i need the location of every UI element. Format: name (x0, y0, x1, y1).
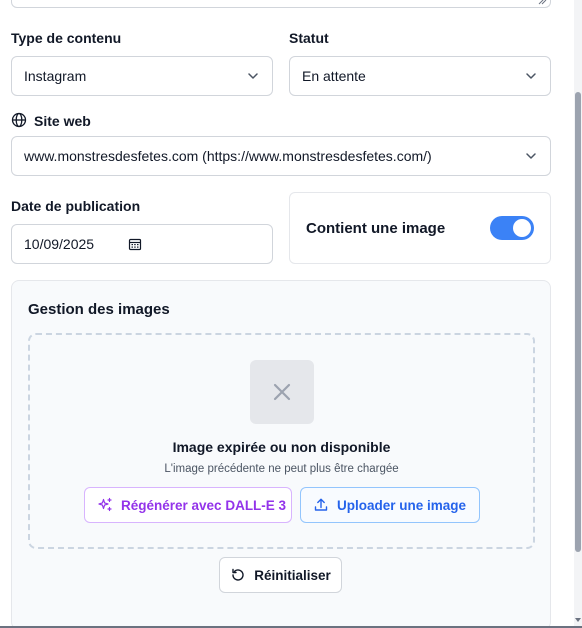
image-dropzone[interactable]: Image expirée ou non disponible L'image … (28, 333, 535, 549)
website-select[interactable]: www.monstresdesfetes.com (https://www.mo… (11, 136, 551, 176)
has-image-card: Contient une image (289, 192, 551, 264)
upload-image-button[interactable]: Uploader une image (300, 487, 480, 523)
chevron-down-icon (248, 73, 258, 79)
image-management-title: Gestion des images (28, 301, 170, 318)
has-image-toggle[interactable] (490, 216, 534, 240)
close-icon (273, 383, 291, 401)
scroll-down-arrow-icon[interactable] (575, 618, 581, 622)
status-value: En attente (302, 68, 366, 84)
regenerate-dalle-button[interactable]: Régénérer avec DALL-E 3 (84, 487, 292, 523)
image-unavailable-submessage: L'image précédente ne peut plus être cha… (164, 463, 399, 475)
image-placeholder (250, 360, 314, 424)
sparkles-icon (98, 497, 112, 512)
publication-date-label: Date de publication (11, 198, 141, 214)
scrollbar[interactable] (574, 0, 582, 628)
publication-date-value: 10/09/2025 (24, 236, 95, 252)
has-image-label: Contient une image (306, 219, 446, 237)
website-label: Site web (34, 113, 91, 129)
regenerate-dalle-label: Régénérer avec DALL-E 3 (121, 497, 287, 513)
upload-icon (314, 498, 328, 511)
image-unavailable-message: Image expirée ou non disponible (172, 439, 391, 455)
website-value: www.monstresdesfetes.com (https://www.mo… (24, 148, 432, 164)
status-label: Statut (289, 30, 329, 46)
rotate-ccw-icon (232, 568, 244, 581)
content-type-value: Instagram (24, 68, 87, 84)
scrollbar-thumb[interactable] (575, 92, 581, 552)
toggle-knob (513, 219, 531, 237)
content-form: Type de contenu Instagram Statut En atte… (0, 0, 574, 628)
calendar-icon[interactable] (128, 237, 142, 251)
content-type-label: Type de contenu (11, 30, 122, 46)
upload-image-label: Uploader une image (337, 497, 467, 513)
reset-button[interactable]: Réinitialiser (219, 557, 342, 593)
chevron-down-icon (526, 73, 536, 79)
content-type-select[interactable]: Instagram (11, 56, 273, 96)
globe-icon (11, 112, 27, 128)
resize-grip-icon[interactable] (538, 0, 547, 5)
chevron-down-icon (526, 153, 536, 159)
image-management-panel: Gestion des images Image expirée ou non … (11, 280, 551, 628)
reset-label: Réinitialiser (254, 567, 331, 583)
status-select[interactable]: En attente (289, 56, 551, 96)
publication-date-input[interactable]: 10/09/2025 (11, 224, 273, 264)
description-textarea[interactable] (11, 0, 551, 8)
